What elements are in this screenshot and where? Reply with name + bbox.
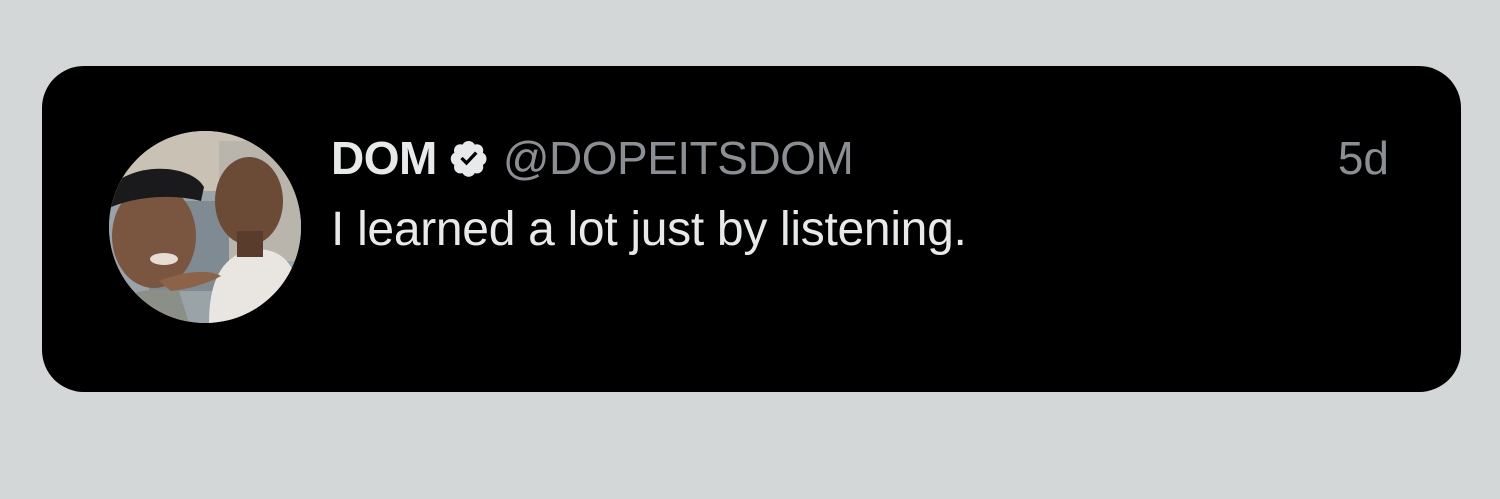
avatar-photo bbox=[109, 131, 301, 323]
verified-badge-icon bbox=[449, 138, 489, 178]
display-name[interactable]: DOM bbox=[331, 131, 437, 185]
tweet-text: I learned a lot just by listening. bbox=[331, 203, 967, 256]
avatar[interactable] bbox=[109, 131, 301, 323]
tweet-header: DOM @DOPEITSDOM bbox=[331, 128, 854, 188]
user-handle[interactable]: @DOPEITSDOM bbox=[503, 131, 854, 185]
timestamp[interactable]: 5d bbox=[1338, 128, 1389, 188]
tweet-card[interactable]: DOM @DOPEITSDOM 5d I learned a lot just … bbox=[42, 66, 1461, 392]
